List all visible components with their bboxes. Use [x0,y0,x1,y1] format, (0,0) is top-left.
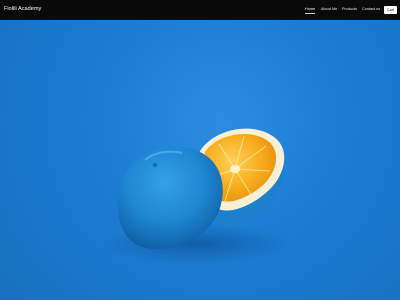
site-logo-text[interactable]: Fiolili Academy [4,6,41,13]
nav-link-home-label: Home [305,7,316,11]
cart-button[interactable]: Cart [384,6,397,14]
top-navigation-bar: Fiolili Academy Home About Me Products C… [0,0,400,20]
nav-link-contact-us[interactable]: Contact us [362,7,380,12]
nav-link-contact-us-label: Contact us [362,7,381,11]
nav-link-products-label: Products [342,7,357,11]
nav-link-about-me[interactable]: About Me [321,7,337,12]
nav-link-home[interactable]: Home [305,7,316,14]
nav-link-about-me-label: About Me [321,7,338,11]
nav-link-products[interactable]: Products [342,7,357,12]
orange-stem-spot [152,162,158,168]
active-nav-underline [305,13,316,14]
page: Fiolili Academy Home About Me Products C… [0,0,400,300]
hero-image-section [0,20,400,300]
half-orange-blue-peel-image [101,128,291,264]
orange-center [230,165,240,173]
